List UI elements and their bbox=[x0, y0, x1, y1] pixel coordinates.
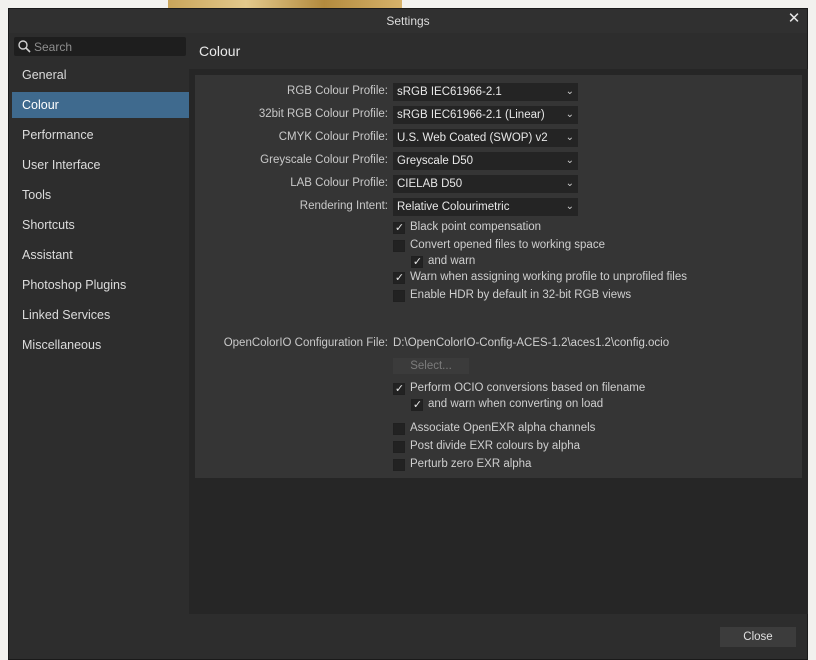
warn-assigning-label: Warn when assigning working profile to u… bbox=[410, 271, 687, 283]
check-icon bbox=[411, 398, 423, 411]
greyscale-profile-row: Greyscale Colour Profile: Greyscale D50 … bbox=[195, 152, 802, 170]
checkbox-box bbox=[393, 441, 405, 453]
check-icon bbox=[393, 271, 405, 284]
rgb-profile-dropdown[interactable]: sRGB IEC61966-2.1 ⌄ bbox=[393, 83, 578, 101]
cmyk-profile-dropdown[interactable]: U.S. Web Coated (SWOP) v2 ⌄ bbox=[393, 129, 578, 147]
lab-profile-value: CIELAB D50 bbox=[397, 178, 463, 190]
settings-window: Settings ✕ General Colour Performance Us… bbox=[8, 8, 808, 660]
chevron-down-icon: ⌄ bbox=[565, 155, 574, 166]
rgb-profile-label: RGB Colour Profile: bbox=[287, 85, 388, 97]
search-box[interactable] bbox=[14, 37, 186, 56]
rgb32-profile-label: 32bit RGB Colour Profile: bbox=[258, 108, 388, 120]
check-icon bbox=[393, 382, 405, 395]
rendering-intent-dropdown[interactable]: Relative Colourimetric ⌄ bbox=[393, 198, 578, 216]
black-point-label: Black point compensation bbox=[410, 221, 542, 233]
sidebar-item-colour[interactable]: Colour bbox=[12, 92, 189, 118]
colour-settings-panel: RGB Colour Profile: sRGB IEC61966-2.1 ⌄ … bbox=[195, 75, 802, 478]
sidebar-item-linked-services[interactable]: Linked Services bbox=[12, 302, 189, 328]
checkbox-box bbox=[393, 423, 405, 435]
rgb32-profile-value: sRGB IEC61966-2.1 (Linear) bbox=[397, 109, 545, 121]
close-icon[interactable]: ✕ bbox=[787, 11, 801, 26]
close-button[interactable]: Close bbox=[720, 627, 796, 647]
chevron-down-icon: ⌄ bbox=[565, 132, 574, 143]
checkbox-box bbox=[393, 459, 405, 471]
enable-hdr-label: Enable HDR by default in 32-bit RGB view… bbox=[410, 289, 632, 301]
perform-ocio-label: Perform OCIO conversions based on filena… bbox=[410, 382, 646, 394]
convert-opened-label: Convert opened files to working space bbox=[410, 239, 605, 251]
check-icon bbox=[393, 221, 405, 234]
rendering-intent-label: Rendering Intent: bbox=[299, 200, 388, 212]
page-title: Colour bbox=[199, 43, 241, 59]
checkbox-box bbox=[393, 240, 405, 252]
greyscale-profile-value: Greyscale D50 bbox=[397, 155, 474, 167]
cmyk-profile-row: CMYK Colour Profile: U.S. Web Coated (SW… bbox=[195, 129, 802, 147]
sidebar-item-tools[interactable]: Tools bbox=[12, 182, 189, 208]
cmyk-profile-label: CMYK Colour Profile: bbox=[278, 131, 388, 143]
ocio-config-path: D:\OpenColorIO-Config-ACES-1.2\aces1.2\c… bbox=[393, 337, 670, 349]
content-area: RGB Colour Profile: sRGB IEC61966-2.1 ⌄ … bbox=[189, 69, 808, 614]
rendering-intent-row: Rendering Intent: Relative Colourimetric… bbox=[195, 198, 802, 216]
greyscale-profile-dropdown[interactable]: Greyscale D50 ⌄ bbox=[393, 152, 578, 170]
chevron-down-icon: ⌄ bbox=[565, 86, 574, 97]
sidebar-item-miscellaneous[interactable]: Miscellaneous bbox=[12, 332, 189, 358]
and-warn-label: and warn bbox=[428, 255, 476, 267]
rgb32-profile-dropdown[interactable]: sRGB IEC61966-2.1 (Linear) ⌄ bbox=[393, 106, 578, 124]
sidebar: General Colour Performance User Interfac… bbox=[12, 62, 189, 362]
chevron-down-icon: ⌄ bbox=[565, 201, 574, 212]
rgb-profile-value: sRGB IEC61966-2.1 bbox=[397, 86, 502, 98]
chevron-down-icon: ⌄ bbox=[565, 109, 574, 120]
title-bar: Settings ✕ bbox=[9, 9, 807, 33]
window-title: Settings bbox=[386, 14, 430, 28]
search-input[interactable] bbox=[34, 38, 182, 55]
lab-profile-dropdown[interactable]: CIELAB D50 ⌄ bbox=[393, 175, 578, 193]
sidebar-item-photoshop-plugins[interactable]: Photoshop Plugins bbox=[12, 272, 189, 298]
post-divide-label: Post divide EXR colours by alpha bbox=[410, 440, 581, 452]
associate-exr-label: Associate OpenEXR alpha channels bbox=[410, 422, 596, 434]
sidebar-item-shortcuts[interactable]: Shortcuts bbox=[12, 212, 189, 238]
checkbox-box bbox=[393, 290, 405, 302]
rgb32-profile-row: 32bit RGB Colour Profile: sRGB IEC61966-… bbox=[195, 106, 802, 124]
lab-profile-label: LAB Colour Profile: bbox=[290, 177, 388, 189]
search-icon bbox=[18, 40, 31, 53]
greyscale-profile-label: Greyscale Colour Profile: bbox=[260, 154, 388, 166]
chevron-down-icon: ⌄ bbox=[565, 178, 574, 189]
rgb-profile-row: RGB Colour Profile: sRGB IEC61966-2.1 ⌄ bbox=[195, 83, 802, 101]
sidebar-item-user-interface[interactable]: User Interface bbox=[12, 152, 189, 178]
ocio-select-button[interactable]: Select... bbox=[393, 358, 469, 374]
ocio-config-label: OpenColorIO Configuration File: bbox=[223, 337, 388, 349]
check-icon bbox=[411, 255, 423, 268]
perturb-zero-label: Perturb zero EXR alpha bbox=[410, 458, 532, 470]
sidebar-item-assistant[interactable]: Assistant bbox=[12, 242, 189, 268]
sidebar-item-performance[interactable]: Performance bbox=[12, 122, 189, 148]
lab-profile-row: LAB Colour Profile: CIELAB D50 ⌄ bbox=[195, 175, 802, 193]
cmyk-profile-value: U.S. Web Coated (SWOP) v2 bbox=[397, 132, 548, 144]
warn-converting-label: and warn when converting on load bbox=[428, 398, 604, 410]
sidebar-item-general[interactable]: General bbox=[12, 62, 189, 88]
rendering-intent-value: Relative Colourimetric bbox=[397, 201, 510, 213]
